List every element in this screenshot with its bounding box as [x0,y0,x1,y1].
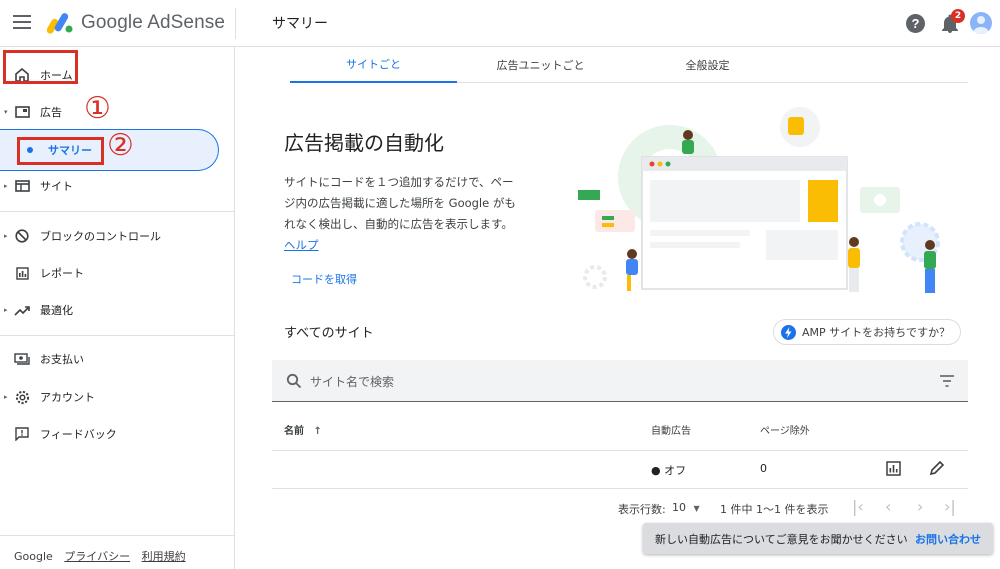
hero-description: サイトにコードを１つ追加するだけで、ページ内の広告掲載に適した場所を Googl… [284,172,524,256]
last-page-icon[interactable]: ›| [944,497,956,516]
auto-ads-illustration [578,107,940,293]
trending-up-icon [13,301,31,319]
sidebar-item-label: アカウント [40,391,95,404]
rows-per-page-label: 表示行数: [618,503,666,516]
hero-title: 広告掲載の自動化 [284,131,444,155]
amp-sites-chip[interactable]: AMP サイトをお持ちですか？ [773,319,961,345]
table-divider [272,488,968,489]
report-chart-icon[interactable] [886,461,901,476]
expand-caret-icon: ▸ [4,182,8,190]
annotation-marker-1: ① [84,91,111,126]
get-code-button[interactable]: コードを取得 [291,271,357,287]
browser-icon [13,177,31,195]
sidebar-item-account[interactable]: ▸ アカウント [0,382,234,412]
sidebar-footer: Google プライバシー 利用規約 [14,548,186,564]
pagination-range: 1 件中 1〜1 件を表示 [720,503,829,516]
help-icon[interactable]: ? [906,14,925,33]
nav-divider [0,535,234,536]
account-avatar[interactable] [970,12,992,34]
first-page-icon[interactable]: |‹ [852,497,864,516]
tab-global-settings[interactable]: 全般設定 [624,47,791,83]
column-header-page-exclusions: ページ除外 [760,426,810,437]
amp-chip-label: AMP サイトをお持ちですか？ [802,326,951,339]
rows-per-page-select[interactable]: 10 ▼ [672,501,700,514]
search-icon [286,373,302,389]
next-page-icon[interactable]: › [917,497,923,516]
expand-caret-icon: ▾ [4,108,8,116]
footer-brand: Google [14,550,53,563]
menu-icon[interactable] [13,15,31,29]
bolt-icon [781,325,796,340]
sidebar-item-label: フィードバック [40,428,117,441]
app-name: Google AdSense [81,12,226,33]
sidebar-item-label: ブロックのコントロール [40,230,161,243]
gear-icon [13,388,31,406]
search-input[interactable]: サイト名で検索 [310,373,394,390]
feedback-icon [13,425,31,443]
excluded-pages-count: 0 [760,462,767,475]
feedback-snackbar: 新しい自動広告についてご意見をお聞かせください お問い合わせ [643,523,993,554]
nav-divider [0,335,234,336]
sidebar-item-blocking-controls[interactable]: ▸ ブロックのコントロール [0,221,234,251]
ad-icon [13,103,31,121]
nav-divider [0,211,234,212]
sidebar-item-feedback[interactable]: フィードバック [0,419,234,449]
payments-icon [13,350,31,368]
notification-count-badge: 2 [951,9,965,23]
expand-caret-icon: ▸ [4,232,8,240]
user-silhouette-icon [973,16,989,34]
all-sites-heading: すべてのサイト [284,326,374,341]
annotation-box-summary [17,137,104,165]
sidebar-item-sites[interactable]: ▸ サイト [0,171,234,201]
tab-by-site[interactable]: サイトごと [290,47,457,83]
sidebar-item-reports[interactable]: レポート [0,258,234,288]
sidebar-item-ads[interactable]: ▾ 広告 [0,97,234,127]
header-divider [235,8,236,39]
sidebar-item-label: レポート [40,267,84,280]
sidebar-item-label: 広告 [40,106,62,119]
block-icon [13,227,31,245]
column-header-name[interactable]: 名前 ↑ [284,422,322,437]
sidebar-item-label: お支払い [40,353,84,366]
adsense-logo-icon [47,13,73,34]
column-header-name-label: 名前 [284,426,304,437]
privacy-link[interactable]: プライバシー [64,550,130,563]
contact-us-link[interactable]: お問い合わせ [915,531,981,547]
rows-per-page-value: 10 [672,501,686,514]
prev-page-icon[interactable]: ‹ [885,497,891,516]
sidebar-item-label: サイト [40,180,73,193]
expand-caret-icon: ▸ [4,306,8,314]
column-header-auto-ads: 自動広告 [651,426,691,437]
hero-description-text: サイトにコードを１つ追加するだけで、ページ内の広告掲載に適した場所を Googl… [284,175,516,231]
bar-chart-icon [13,264,31,282]
filter-icon[interactable] [939,374,955,388]
site-search-bar[interactable]: サイト名で検索 [272,360,968,402]
annotation-box-ads [3,50,78,84]
chevron-down-icon: ▼ [693,504,700,513]
page-title: サマリー [272,16,328,32]
edit-pencil-icon[interactable] [929,460,945,476]
sort-ascending-icon: ↑ [313,426,322,437]
help-link[interactable]: ヘルプ [284,238,319,252]
auto-ads-status: ● オフ [651,464,687,477]
table-divider [272,450,968,451]
tab-by-ad-unit[interactable]: 広告ユニットごと [457,47,624,83]
sidebar-item-payments[interactable]: お支払い [0,344,234,374]
sidebar-item-optimization[interactable]: ▸ 最適化 [0,295,234,325]
content-tabs: サイトごと 広告ユニットごと 全般設定 [290,47,968,83]
terms-link[interactable]: 利用規約 [142,550,186,563]
expand-caret-icon: ▸ [4,393,8,401]
annotation-marker-2: ② [107,128,134,163]
top-app-bar: Google AdSense サマリー ? 2 [0,0,1000,47]
snackbar-message: 新しい自動広告についてご意見をお聞かせください [655,533,908,546]
sidebar-item-label: 最適化 [40,304,73,317]
left-nav-drawer: ホーム ▾ 広告 サマリー ▸ サイト ▸ ブロックのコントロール レポート ▸ [0,47,235,569]
